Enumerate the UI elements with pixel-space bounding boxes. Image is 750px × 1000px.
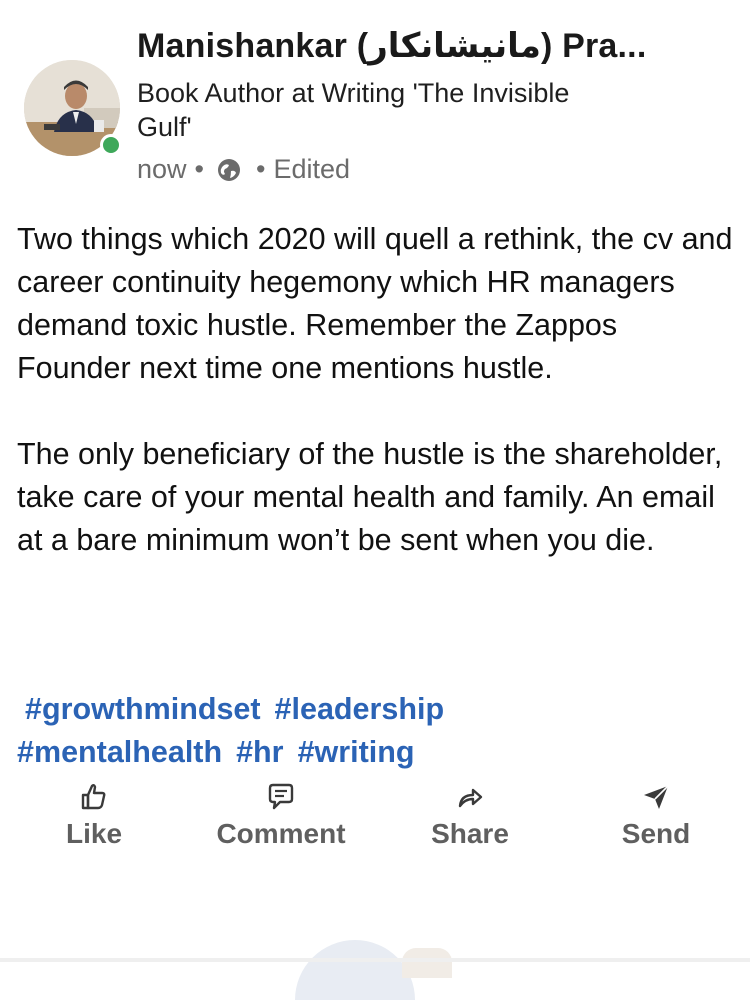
send-icon xyxy=(644,785,669,809)
like-button[interactable]: Like xyxy=(44,778,144,858)
hashtag-link[interactable]: #mentalhealth xyxy=(17,735,222,769)
comment-icon xyxy=(268,783,294,810)
divider xyxy=(0,958,750,962)
preview-shape xyxy=(402,948,452,978)
comment-button[interactable]: Comment xyxy=(198,778,364,858)
meta-separator: • xyxy=(255,154,266,184)
thumbs-up-icon xyxy=(81,784,106,810)
share-button[interactable]: Share xyxy=(412,778,528,858)
post-actions-bar: Like Comment Share Send xyxy=(0,778,750,858)
hashtag-link[interactable]: #growthmindset xyxy=(25,692,261,726)
hashtag-link[interactable]: #hr xyxy=(236,735,283,769)
author-headline: Book Author at Writing 'The Invisible Gu… xyxy=(137,78,570,142)
author-name[interactable]: Manishankar (مانیشانکار) Pra... xyxy=(137,26,727,66)
share-arrow-icon xyxy=(458,788,483,808)
author-avatar[interactable] xyxy=(24,60,122,156)
preview-shape xyxy=(295,940,415,1000)
send-label: Send xyxy=(621,818,691,849)
comment-label: Comment xyxy=(216,818,346,849)
post-meta: now • • Edited xyxy=(137,154,350,185)
like-label: Like xyxy=(65,818,123,849)
hashtag-link[interactable]: #writing xyxy=(298,735,415,769)
post-time: now xyxy=(137,154,187,184)
hashtag-link[interactable]: #leadership xyxy=(275,692,445,726)
share-label: Share xyxy=(431,818,509,849)
meta-separator: • xyxy=(194,154,204,184)
post-text: Two things which 2020 will quell a rethi… xyxy=(17,218,737,562)
send-button[interactable]: Send xyxy=(604,778,708,858)
post-paragraph: Two things which 2020 will quell a rethi… xyxy=(17,222,733,385)
hashtag-list: #growthmindset #leadership #mentalhealth #… xyxy=(17,688,737,774)
post-header: Manishankar (مانیشانکار) Pra... Book Aut… xyxy=(0,0,750,200)
post-paragraph: The only beneficiary of the hustle is th… xyxy=(17,437,723,557)
globe-icon xyxy=(217,158,240,181)
edited-label: Edited xyxy=(273,154,350,184)
online-status-dot xyxy=(100,134,122,156)
